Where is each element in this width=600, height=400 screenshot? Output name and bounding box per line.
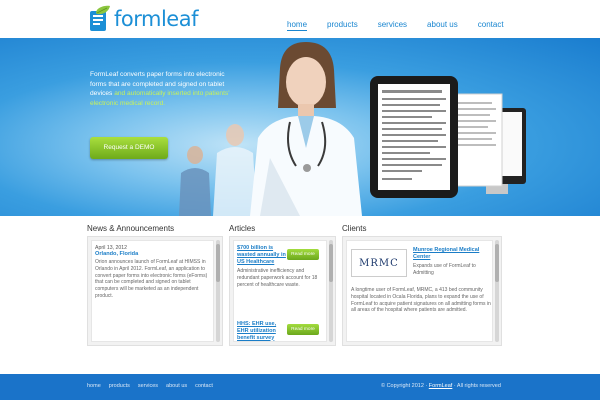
main-nav: home products services about us contact [287,20,524,31]
request-demo-button[interactable]: Request a DEMO [90,137,168,159]
footer-link-services[interactable]: services [138,383,158,389]
news-panel: April 13, 2012 Orlando, Florida Orion an… [87,236,223,346]
news-heading: News & Announcements [87,224,175,233]
footer-nav: home products services about us contact [87,383,221,389]
article-2-read-more-button[interactable]: Read more [287,324,319,335]
brand-logo[interactable]: formleaf [86,4,198,34]
rights-label: · All rights reserved [452,383,501,389]
articles-panel: $700 billion is wasted annually in US He… [229,236,336,346]
brand-name: formleaf [114,7,198,31]
nav-contact[interactable]: contact [478,20,504,31]
clients-scrollbar[interactable] [495,240,499,342]
article-1-body: Administrative inefficiency and redundan… [237,268,318,288]
client-logo-text: MRMC [359,257,399,269]
nav-services[interactable]: services [378,20,407,31]
footer-link-contact[interactable]: contact [195,383,213,389]
nav-home[interactable]: home [287,20,308,31]
client-logo: MRMC [351,249,407,277]
header: formleaf home products services about us… [0,0,600,38]
nav-about-us[interactable]: about us [427,20,458,31]
client-description: Expands use of FormLeaf to Admitting [413,263,476,276]
articles-heading: Articles [229,224,256,233]
client-body: A longtime user of FormLeaf, MRMC, a 413… [351,287,491,314]
footer-link-home[interactable]: home [87,383,101,389]
articles-scroll-thumb[interactable] [329,244,333,282]
hero-description: FormLeaf converts paper forms into elect… [90,70,230,108]
client-name-link[interactable]: Munroe Regional Medical Center [413,247,489,261]
article-1-link[interactable]: $700 billion is wasted annually in US He… [237,245,289,265]
article-2-link[interactable]: HHS: EHR use, EHR utilization benefit su… [237,321,289,341]
copyright-link[interactable]: FormLeaf [429,383,453,389]
articles-content: $700 billion is wasted annually in US He… [233,240,327,342]
doctor-illustration [250,42,362,216]
nav-products[interactable]: products [327,20,358,31]
hero-banner: FormLeaf converts paper forms into elect… [0,38,600,216]
articles-scrollbar[interactable] [329,240,333,342]
copyright-text: © Copyright 2012 · FormLeaf · All rights… [381,383,501,389]
clients-scroll-thumb[interactable] [495,244,499,282]
clients-heading: Clients [342,224,367,233]
news-scrollbar[interactable] [216,240,220,342]
tablet-devices-illustration [370,76,526,198]
leaf-logo-icon [86,5,112,33]
clients-panel: MRMC Munroe Regional Medical Center Expa… [342,236,502,346]
footer: home products services about us contact … [0,374,600,400]
footer-link-about-us[interactable]: about us [166,383,187,389]
copyright-label: © Copyright 2012 · [381,383,429,389]
news-content: April 13, 2012 Orlando, Florida Orion an… [91,240,214,342]
clients-content: MRMC Munroe Regional Medical Center Expa… [346,240,493,342]
footer-link-products[interactable]: products [109,383,130,389]
article-1-read-more-button[interactable]: Read more [287,249,319,260]
news-body: Orion announces launch of FormLeaf at HI… [95,259,208,299]
news-scroll-thumb[interactable] [216,244,220,282]
news-location: Orlando, Florida [95,251,139,257]
